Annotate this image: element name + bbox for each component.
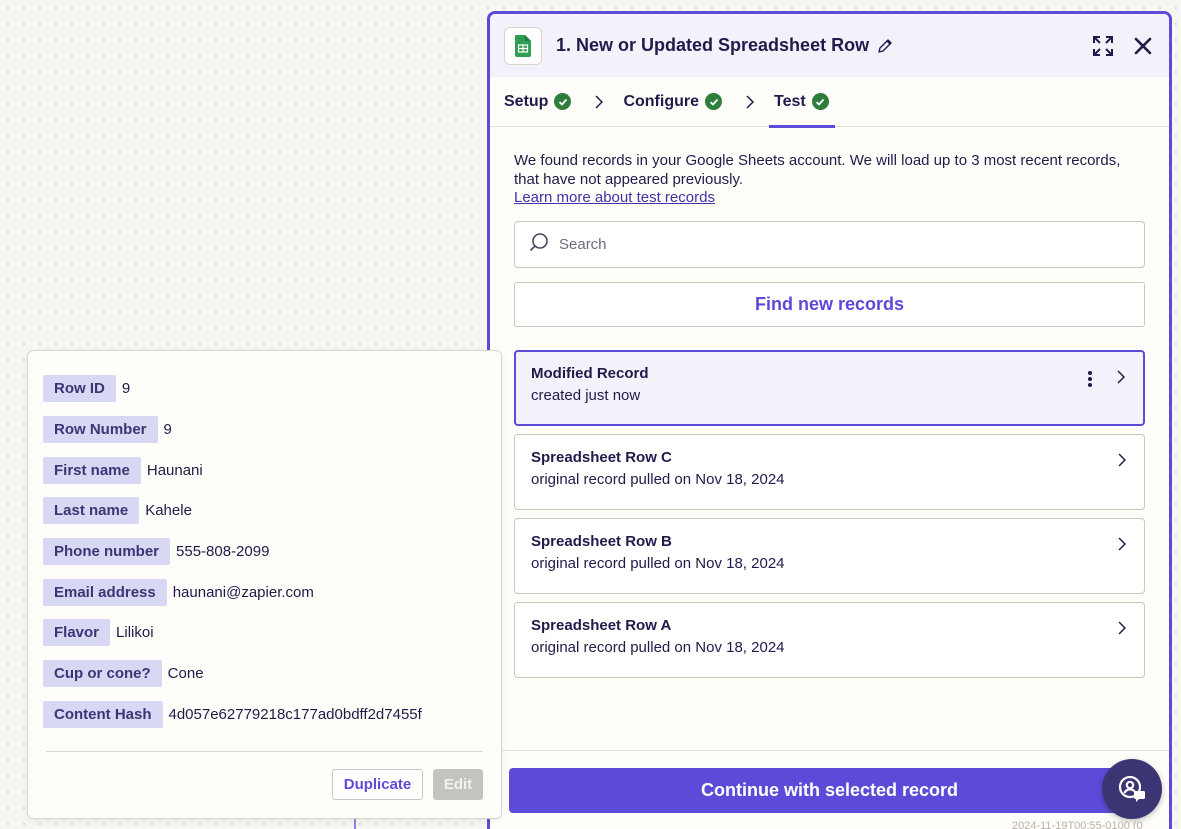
chevron-right-icon [1117, 370, 1126, 389]
footer-timestamp: 2024-11-19T00:55-0100 (0 [1012, 820, 1143, 829]
search-box[interactable] [514, 221, 1145, 268]
field-key: Row Number [43, 416, 158, 443]
duplicate-button[interactable]: Duplicate [332, 769, 423, 800]
pencil-icon[interactable] [877, 38, 893, 54]
field-key: Cup or cone? [43, 660, 162, 687]
continue-button[interactable]: Continue with selected record [509, 768, 1150, 813]
test-description: We found records in your Google Sheets a… [514, 152, 1121, 188]
record-title: Spreadsheet Row A [531, 617, 672, 634]
close-icon[interactable] [1131, 34, 1155, 58]
field-row: Row ID 9 [43, 375, 130, 402]
panel-header: 1. New or Updated Spreadsheet Row [490, 14, 1169, 77]
tab-label: Setup [504, 92, 549, 110]
tab-label: Configure [623, 92, 699, 110]
tab-label: Test [774, 92, 806, 110]
workflow-connector [354, 819, 356, 829]
field-row: Last name Kahele [43, 497, 192, 524]
popover-divider [46, 751, 483, 752]
check-circle-icon [554, 93, 572, 110]
field-value: 9 [121, 380, 131, 397]
record-title: Spreadsheet Row B [531, 533, 672, 550]
search-icon [529, 232, 549, 257]
field-row: Row Number 9 [43, 416, 172, 443]
record-row-a[interactable]: Spreadsheet Row A original record pulled… [514, 602, 1145, 678]
record-subtitle: original record pulled on Nov 18, 2024 [531, 471, 785, 488]
record-row-b[interactable]: Spreadsheet Row B original record pulled… [514, 518, 1145, 594]
field-key: Phone number [43, 538, 171, 565]
check-circle-icon [811, 93, 829, 110]
tab-test[interactable]: Test [769, 77, 835, 128]
field-value: Lilikoi [116, 624, 154, 641]
help-chat-icon[interactable] [1102, 759, 1162, 819]
field-value: 4d057e62779218c177ad0bdff2d7455f [168, 706, 422, 723]
step-tabs: Setup Configure Test [490, 77, 1169, 128]
record-subtitle: created just now [531, 387, 641, 404]
field-row: Cup or cone? Cone [43, 660, 204, 687]
record-title: Modified Record [531, 365, 649, 382]
field-key: Flavor [43, 619, 111, 646]
field-value: 555-808-2099 [176, 543, 270, 560]
field-row: Phone number 555-808-2099 [43, 538, 269, 565]
chevron-right-icon [1118, 621, 1127, 640]
search-input[interactable] [559, 236, 1099, 253]
field-value: 9 [163, 421, 172, 438]
field-key: Last name [43, 497, 140, 524]
more-vertical-icon[interactable] [1087, 370, 1093, 393]
record-detail-popover: Row ID 9 Row Number 9 First name Haunani… [27, 350, 502, 819]
footer-divider [490, 750, 1169, 751]
learn-more-link[interactable]: Learn more about test records [514, 189, 715, 206]
field-value: Haunani [146, 462, 203, 479]
field-row: First name Haunani [43, 457, 203, 484]
field-row: Content Hash 4d057e62779218c177ad0bdff2d… [43, 701, 422, 728]
record-subtitle: original record pulled on Nov 18, 2024 [531, 555, 785, 572]
tab-setup[interactable]: Setup [504, 77, 572, 127]
field-value: Kahele [145, 502, 192, 519]
record-subtitle: original record pulled on Nov 18, 2024 [531, 639, 785, 656]
tab-configure[interactable]: Configure [623, 77, 722, 127]
find-new-records-button[interactable]: Find new records [514, 282, 1145, 327]
field-row: Flavor Lilikoi [43, 619, 154, 646]
field-value: Cone [167, 665, 204, 682]
google-sheets-icon [504, 26, 542, 65]
chevron-right-icon [595, 94, 604, 109]
chevron-right-icon [1118, 453, 1127, 472]
record-modified[interactable]: Modified Record created just now [514, 350, 1145, 426]
step-title: 1. New or Updated Spreadsheet Row [556, 35, 870, 55]
record-title: Spreadsheet Row C [531, 449, 672, 466]
field-key: Email address [43, 579, 167, 606]
field-key: Row ID [43, 375, 116, 402]
record-row-c[interactable]: Spreadsheet Row C original record pulled… [514, 434, 1145, 510]
edit-button[interactable]: Edit [433, 769, 483, 800]
test-content: We found records in your Google Sheets a… [490, 127, 1169, 678]
chevron-right-icon [1118, 537, 1127, 556]
expand-icon[interactable] [1091, 34, 1115, 58]
check-circle-icon [705, 93, 722, 110]
field-row: Email address haunani@zapier.com [43, 579, 314, 606]
step-panel: 1. New or Updated Spreadsheet Row Setup [487, 11, 1172, 829]
field-key: First name [43, 457, 141, 484]
field-value: haunani@zapier.com [172, 584, 314, 601]
field-key: Content Hash [43, 701, 163, 728]
chevron-right-icon [746, 94, 754, 109]
